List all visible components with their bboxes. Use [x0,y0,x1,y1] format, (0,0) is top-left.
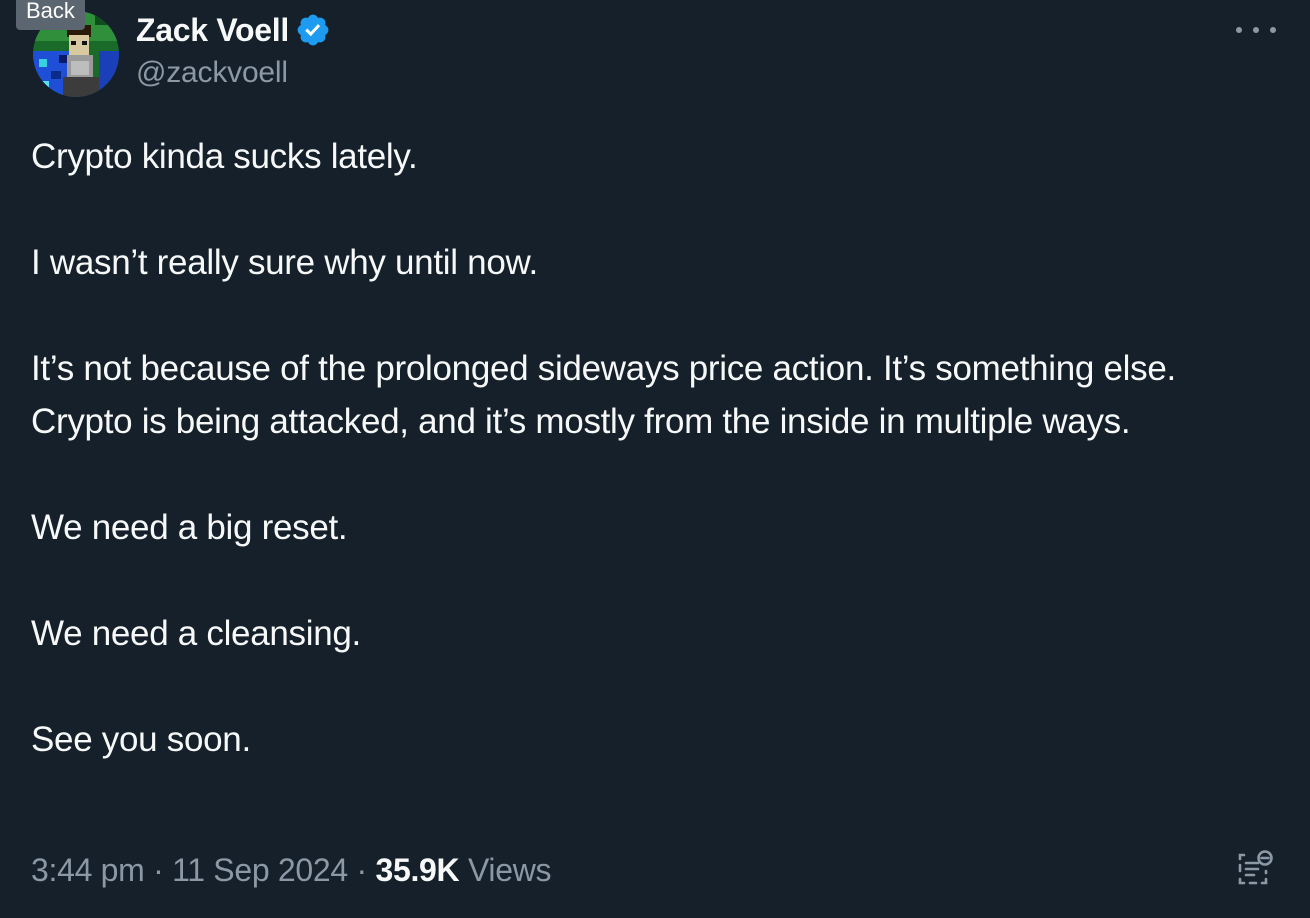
more-options-button[interactable] [1236,18,1276,42]
tweet-text: Crypto kinda sucks lately. I wasn’t real… [31,130,1281,766]
views-label: Views [467,852,552,888]
author-handle[interactable]: @zackvoell [136,56,331,90]
post-date: 11 Sep 2024 [172,852,348,888]
timestamp-link[interactable]: 3:44 pm · 11 Sep 2024 [31,852,348,888]
translate-icon[interactable] [1234,849,1276,891]
display-name-row: Zack Voell [136,10,331,50]
tweet-paragraph: See you soon. [31,720,251,759]
verified-badge-icon[interactable] [295,12,331,48]
display-name[interactable]: Zack Voell [136,12,289,49]
tweet-paragraph: We need a cleansing. [31,614,361,653]
meta-separator: · [153,852,164,888]
meta-separator: · [356,852,368,888]
tweet-paragraph: I wasn’t really sure why until now. [31,243,538,282]
tweet-meta: 3:44 pm · 11 Sep 2024 · 35.9K Views [31,846,552,894]
post-time: 3:44 pm [31,852,145,888]
author-info: Zack Voell @zackvoell [136,10,331,90]
tweet-paragraph: Crypto kinda sucks lately. [31,137,418,176]
more-horizontal-icon [1236,27,1242,33]
tweet-paragraph: It’s not because of the prolonged sidewa… [31,349,1176,441]
tweet-paragraph: We need a big reset. [31,508,348,547]
back-tooltip: Back [16,0,85,30]
more-horizontal-icon [1253,27,1259,33]
tweet-detail: Back Zack Voell @zackvoell Crypto kinda … [0,0,1310,918]
views-count: 35.9K [375,852,460,888]
more-horizontal-icon [1270,27,1276,33]
